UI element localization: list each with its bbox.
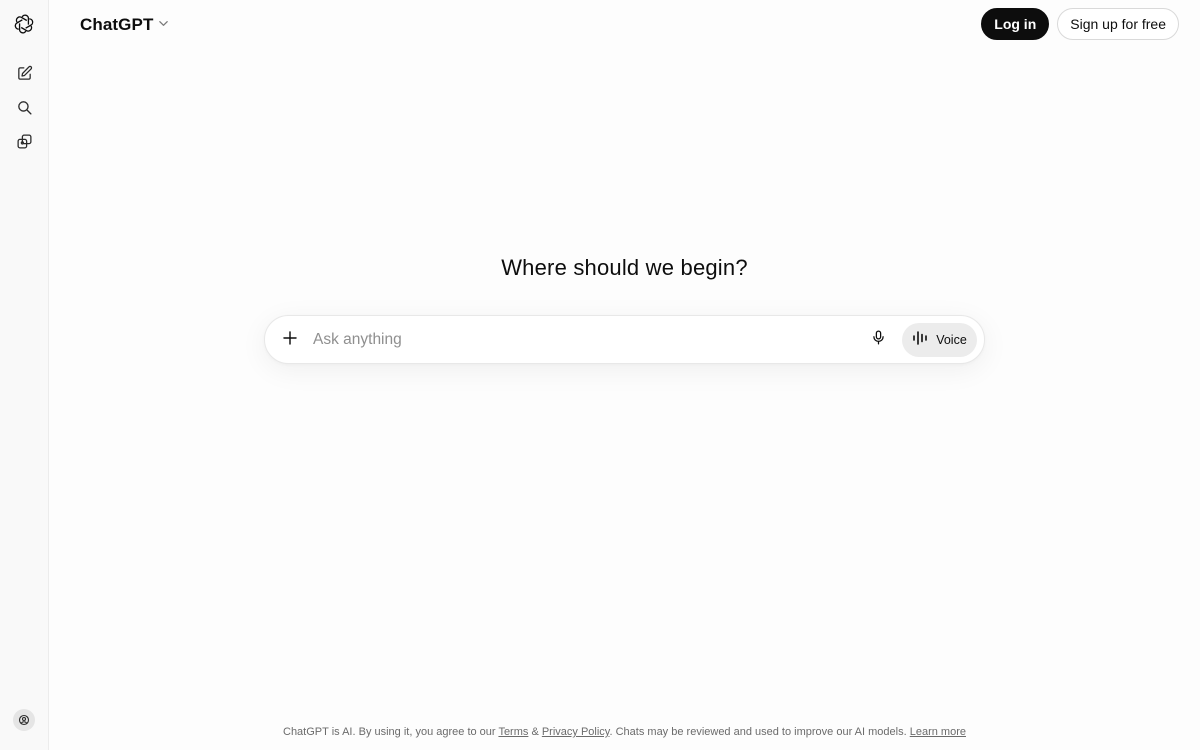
new-chat-button[interactable] [10,59,38,87]
model-selector[interactable]: ChatGPT [72,11,177,39]
attach-button[interactable] [277,327,303,353]
dictate-button[interactable] [865,327,891,353]
voice-label: Voice [936,333,967,347]
library-button[interactable] [10,127,38,155]
new-chat-icon [16,65,33,82]
search-icon [16,99,33,116]
privacy-policy-link[interactable]: Privacy Policy [542,726,610,738]
header-actions: Log in Sign up for free [981,8,1179,40]
app-window: ChatGPT Log in Sign up for free Where sh… [0,0,1200,750]
search-chats-button[interactable] [10,93,38,121]
library-icon [16,133,33,150]
microphone-icon [870,329,887,351]
sidebar-rail [0,0,49,750]
learn-more-link[interactable]: Learn more [910,726,966,738]
profile-icon [13,709,35,731]
chat-composer: Voice [264,315,985,364]
voice-waveform-icon [912,330,930,351]
footer-disclaimer: ChatGPT is AI. By using it, you agree to… [49,726,1200,738]
chevron-down-icon [158,16,169,34]
profile-button[interactable] [10,706,38,734]
footer-text: ChatGPT is AI. By using it, you agree to… [283,726,499,738]
footer-text-continued: . Chats may be reviewed and used to impr… [609,726,910,738]
plus-icon [281,329,299,352]
openai-logo-icon[interactable] [10,10,38,38]
voice-mode-button[interactable]: Voice [902,323,977,357]
model-name: ChatGPT [80,15,154,34]
prompt-input[interactable] [313,328,853,352]
terms-link[interactable]: Terms [498,726,528,738]
footer-ampersand: & [528,726,542,738]
login-button[interactable]: Log in [981,8,1050,40]
page-title: Where should we begin? [501,255,748,280]
signup-button[interactable]: Sign up for free [1057,8,1179,40]
